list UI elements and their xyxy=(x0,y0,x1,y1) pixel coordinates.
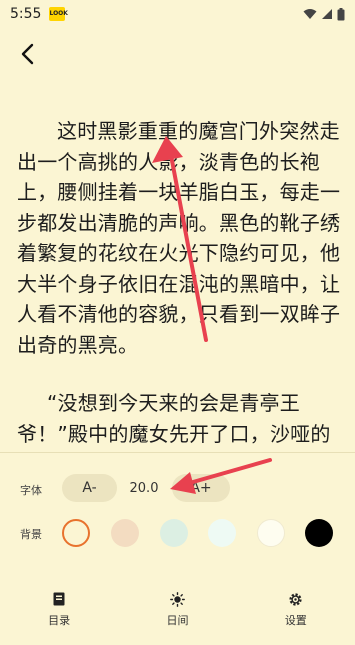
nav-day-mode[interactable]: 日间 xyxy=(137,585,217,645)
wifi-icon xyxy=(303,9,317,19)
font-decrease-button[interactable]: A- xyxy=(62,474,117,502)
nav-settings-label: 设置 xyxy=(284,614,307,627)
reader-content: 这时黑影重重的魔宫门外突然走出一个高挑的人影，淡青色的长袍上，腰侧挂着一块羊脂白… xyxy=(17,116,345,480)
status-bar: 5:55 LOOK xyxy=(0,0,355,28)
nav-toc[interactable]: 目录 xyxy=(19,585,99,645)
status-time: 5:55 xyxy=(10,6,42,22)
nav-settings[interactable]: 设置 xyxy=(256,585,336,645)
reader-paragraph: 这时黑影重重的魔宫门外突然走出一个高挑的人影，淡青色的长袍上，腰侧挂着一块羊脂白… xyxy=(17,119,341,357)
background-swatch-cream[interactable] xyxy=(62,519,90,547)
background-swatch-light-green[interactable] xyxy=(208,519,236,547)
background-swatch-peach[interactable] xyxy=(111,519,139,547)
bottom-nav: 目录 日间 设置 xyxy=(0,585,355,645)
nav-day-label: 日间 xyxy=(166,614,189,627)
app-badge-icon: LOOK xyxy=(49,7,68,21)
font-increase-button[interactable]: A+ xyxy=(172,474,230,502)
sun-icon xyxy=(169,591,185,607)
font-size-value: 20.0 xyxy=(129,481,159,496)
background-swatch-mint[interactable] xyxy=(160,519,188,547)
back-button[interactable] xyxy=(14,40,42,68)
signal-icon xyxy=(322,9,332,19)
background-label: 背景 xyxy=(20,528,42,541)
font-label: 字体 xyxy=(20,484,42,497)
background-swatch-black[interactable] xyxy=(305,519,333,547)
gear-icon xyxy=(288,591,304,607)
toc-icon xyxy=(51,591,67,607)
battery-icon xyxy=(337,7,345,20)
nav-toc-label: 目录 xyxy=(48,614,71,627)
chevron-left-icon xyxy=(21,43,34,65)
background-swatch-white[interactable] xyxy=(257,519,285,547)
status-icons xyxy=(303,7,345,21)
